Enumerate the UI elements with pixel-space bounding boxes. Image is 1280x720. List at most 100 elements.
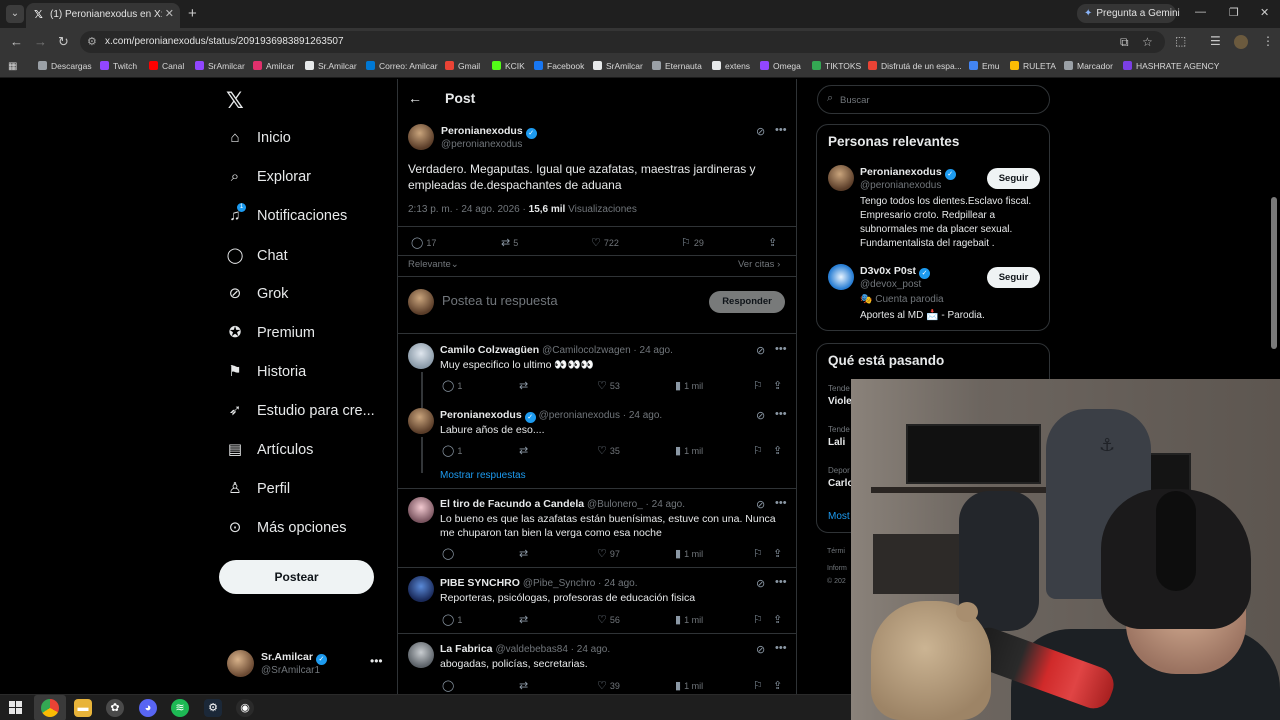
app-icon[interactable]: ✿	[106, 699, 124, 717]
more-options-icon[interactable]: •••	[775, 124, 787, 136]
views-stat[interactable]: ▮ 1 mil	[675, 444, 703, 457]
avatar[interactable]	[828, 165, 854, 191]
grok-icon[interactable]: ⊘	[756, 344, 765, 357]
follow-button[interactable]: Seguir	[987, 267, 1040, 288]
grok-icon[interactable]: ⊘	[756, 409, 765, 422]
views-stat[interactable]: ▮ 1 mil	[675, 679, 703, 692]
like-button[interactable]: ♡ 722	[591, 236, 619, 249]
avatar[interactable]	[408, 497, 434, 523]
bookmark-item[interactable]: Facebook	[534, 61, 584, 71]
bookmark-item[interactable]: Descargas	[38, 61, 92, 71]
nav-item-notificaciones[interactable]: ♫ 1 Notificaciones	[226, 203, 347, 231]
forward-icon[interactable]: →	[34, 34, 47, 49]
author-name[interactable]: Camilo Colzwagüen @Camilocolzwagen · 24 …	[440, 344, 673, 356]
grok-icon[interactable]: ⊘	[756, 125, 765, 138]
bookmark-icon[interactable]: ⚐	[753, 444, 766, 457]
bookmark-item[interactable]: Emu	[969, 61, 999, 71]
nav-item-mas-opciones[interactable]: ⊙ Más opciones	[226, 518, 347, 542]
avatar[interactable]	[227, 650, 254, 677]
footer-link[interactable]: Inform	[827, 565, 847, 572]
more-options-icon[interactable]: •••	[775, 642, 787, 654]
reply-button[interactable]: ◯	[442, 679, 457, 692]
omnibox[interactable]: ⚙ x.com/peronianexodus/status/2091936983…	[80, 31, 1165, 53]
reload-icon[interactable]: ↻	[58, 34, 69, 50]
grok-icon[interactable]: ⊘	[756, 577, 765, 590]
windows-start-icon[interactable]	[9, 701, 23, 715]
nav-item-premium[interactable]: ✪ Premium	[226, 323, 315, 347]
gemini-button[interactable]: ✦ Pregunta a Gemini	[1077, 4, 1180, 23]
show-replies-link[interactable]: Mostrar respuestas	[440, 470, 526, 481]
nav-item-estudio[interactable]: ➶ Estudio para cre...	[226, 401, 375, 425]
more-options-icon[interactable]: •••	[775, 343, 787, 355]
avatar[interactable]	[408, 642, 434, 668]
author-name[interactable]: La Fabrica @valdebebas84 · 24 ago.	[440, 643, 610, 655]
bookmark-item[interactable]: Sr.Amilcar	[305, 61, 357, 71]
chrome-icon[interactable]	[41, 699, 59, 717]
reply-submit-button[interactable]: Responder	[709, 291, 785, 313]
trend-title[interactable]: Lali	[828, 437, 845, 448]
like-button[interactable]: ♡ 56	[597, 613, 620, 626]
back-icon[interactable]: ←	[10, 34, 23, 49]
file-explorer-icon[interactable]: ▬	[74, 699, 92, 717]
view-quotes-link[interactable]: Ver citas ›	[738, 259, 780, 270]
bookmark-icon[interactable]: ⚐	[753, 679, 766, 692]
like-button[interactable]: ♡ 97	[597, 547, 620, 560]
author-name[interactable]: El tiro de Facundo a Candela @Bulonero_ …	[440, 498, 685, 510]
retweet-button[interactable]: ⇄ 5	[501, 236, 518, 249]
avatar[interactable]	[408, 408, 434, 434]
close-window-icon[interactable]: ✕	[1260, 6, 1269, 19]
trend-title[interactable]: Viole	[828, 396, 852, 407]
tab-close-icon[interactable]: ✕	[165, 7, 174, 20]
x-logo-icon[interactable]: 𝕏	[226, 88, 244, 114]
retweet-button[interactable]: ⇄	[519, 679, 531, 692]
profile-avatar-icon[interactable]	[1234, 35, 1248, 49]
avatar[interactable]	[408, 343, 434, 369]
nav-item-chat[interactable]: ◯ Chat	[226, 246, 288, 270]
bookmark-button[interactable]: ⚐ 29	[681, 236, 704, 249]
bookmark-star-icon[interactable]: ☆	[1142, 35, 1153, 49]
reading-list-icon[interactable]: ☰	[1210, 34, 1221, 48]
search-input[interactable]: ⌕ Buscar	[817, 85, 1050, 114]
author-name[interactable]: Peronianexodus ✓	[441, 125, 537, 139]
grok-icon[interactable]: ⊘	[756, 643, 765, 656]
follow-button[interactable]: Seguir	[987, 168, 1040, 189]
author-handle[interactable]: @peronianexodus	[860, 180, 941, 191]
bookmark-item[interactable]: SrAmilcar	[593, 61, 643, 71]
maximize-icon[interactable]: ❐	[1229, 6, 1239, 19]
sort-dropdown[interactable]: Relevante⌄	[408, 259, 459, 270]
bookmark-item[interactable]: RULETA	[1010, 61, 1056, 71]
bookmark-item[interactable]: KCIK	[492, 61, 525, 71]
author-handle[interactable]: @peronianexodus	[441, 139, 522, 150]
nav-item-articulos[interactable]: ▤ Artículos	[226, 440, 314, 464]
account-menu-icon[interactable]: •••	[370, 654, 383, 668]
obs-icon[interactable]: ◉	[236, 699, 254, 717]
share-icon[interactable]: ⇪	[773, 444, 785, 457]
reply-button[interactable]: ◯	[442, 547, 457, 560]
bookmark-item[interactable]: Disfrutá de un espa...	[868, 61, 962, 71]
nav-item-explorar[interactable]: ⌕ Explorar	[226, 168, 311, 192]
minimize-icon[interactable]: —	[1195, 6, 1206, 18]
bookmark-icon[interactable]: ⚐	[753, 379, 766, 392]
share-icon[interactable]: ⇪	[773, 613, 785, 626]
bookmark-item[interactable]: Marcador	[1064, 61, 1113, 71]
views-stat[interactable]: ▮ 1 mil	[675, 613, 703, 626]
reply-button[interactable]: ◯ 17	[411, 236, 436, 249]
scrollbar-thumb[interactable]	[1271, 197, 1277, 349]
like-button[interactable]: ♡ 53	[597, 379, 620, 392]
trend-title[interactable]: Carlo	[828, 478, 854, 489]
share-icon[interactable]: ⇪	[773, 379, 785, 392]
more-options-icon[interactable]: •••	[775, 408, 787, 420]
nav-item-inicio[interactable]: ⌂ Inicio	[226, 129, 290, 153]
retweet-button[interactable]: ⇄	[519, 379, 531, 392]
reply-button[interactable]: ◯ 1	[442, 613, 462, 626]
new-tab-icon[interactable]: +	[188, 5, 197, 22]
share-icon[interactable]: ⇪	[768, 236, 780, 249]
nav-item-perfil[interactable]: ♙ Perfil	[226, 479, 290, 503]
views-stat[interactable]: ▮ 1 mil	[675, 379, 703, 392]
reply-button[interactable]: ◯ 1	[442, 444, 462, 457]
post-button[interactable]: Postear	[219, 560, 374, 594]
avatar[interactable]	[408, 576, 434, 602]
menu-icon[interactable]: ⋮	[1262, 34, 1274, 48]
share-icon[interactable]: ⇪	[773, 679, 785, 692]
bookmark-item[interactable]: Amilcar	[253, 61, 294, 71]
